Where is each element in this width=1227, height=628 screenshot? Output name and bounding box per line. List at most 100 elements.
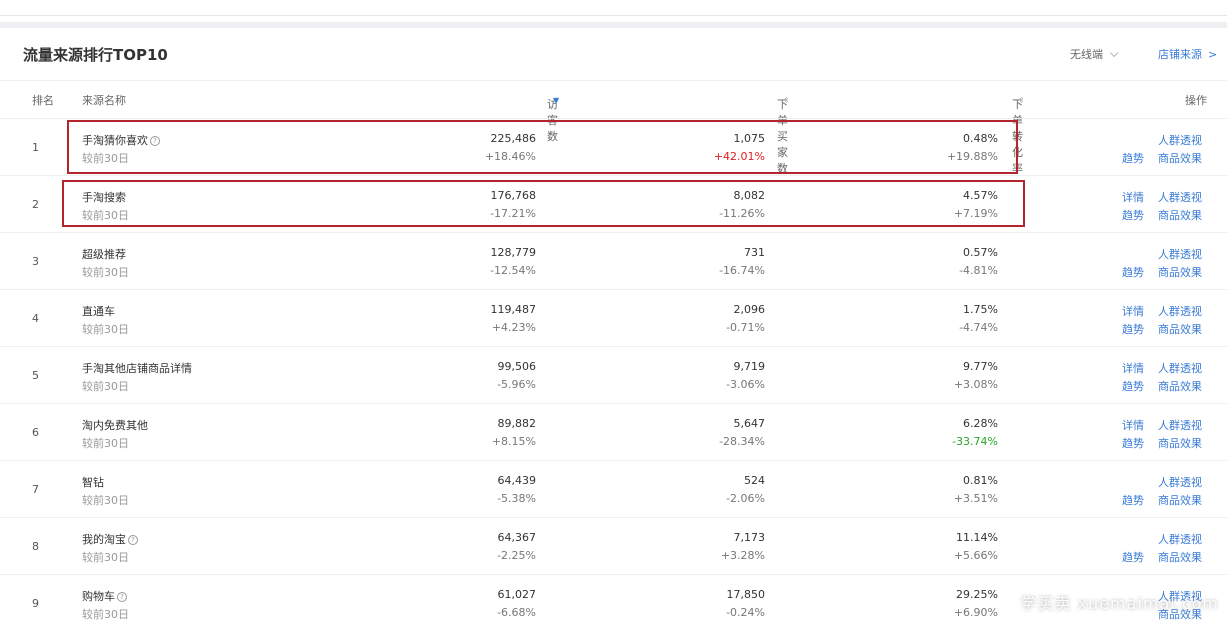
row-source-name[interactable]: 智钻 [82, 474, 104, 490]
crowd-link[interactable]: 人群透视 [1158, 303, 1202, 319]
goods-effect-link[interactable]: 商品效果 [1158, 264, 1202, 280]
goods-effect-link[interactable]: 商品效果 [1158, 321, 1202, 337]
row-source-name[interactable]: 购物车? [82, 588, 127, 604]
buyers-delta: -3.06% [726, 378, 765, 391]
goods-effect-link[interactable]: 商品效果 [1158, 207, 1202, 223]
trend-link[interactable]: 趋势 [1122, 150, 1144, 166]
visitors-delta: -2.25% [497, 549, 536, 562]
col-rank: 排名 [32, 94, 54, 107]
row-rank: 4 [32, 312, 39, 325]
row-source-label: 购物车 [82, 590, 115, 603]
crowd-link[interactable]: 人群透视 [1158, 132, 1202, 148]
conversion-value: 0.57% [963, 246, 998, 259]
goods-effect-link[interactable]: 商品效果 [1158, 150, 1202, 166]
crowd-link[interactable]: 人群透视 [1158, 417, 1202, 433]
conversion-delta: -4.81% [959, 264, 998, 277]
crowd-link[interactable]: 人群透视 [1158, 531, 1202, 547]
trend-link[interactable]: 趋势 [1122, 321, 1144, 337]
row-source-name[interactable]: 直通车 [82, 303, 115, 319]
visitors-value: 89,882 [497, 417, 537, 430]
trend-link[interactable]: 趋势 [1122, 207, 1144, 223]
buyers-value: 17,850 [726, 588, 766, 601]
trend-link[interactable]: 趋势 [1122, 492, 1144, 508]
visitors-delta: +8.15% [491, 435, 536, 448]
row-source-name[interactable]: 手淘其他店铺商品详情 [82, 360, 192, 376]
row-rank: 7 [32, 483, 39, 496]
row-rank: 1 [32, 141, 39, 154]
conversion-delta: -4.74% [959, 321, 998, 334]
detail-link[interactable]: 详情 [1122, 360, 1144, 376]
table-row: 3 超级推荐 较前30日 128,779 -12.54% 731 -16.74%… [0, 232, 1227, 289]
goods-effect-link[interactable]: 商品效果 [1158, 549, 1202, 565]
row-source-name[interactable]: 我的淘宝? [82, 531, 138, 547]
conversion-value: 1.75% [963, 303, 998, 316]
col-name: 来源名称 [82, 94, 126, 107]
conversion-value: 11.14% [956, 531, 998, 544]
shop-source-link[interactable]: 店铺来源 > [1158, 46, 1217, 62]
table-row: 6 淘内免费其他 较前30日 89,882 +8.15% 5,647 -28.3… [0, 403, 1227, 460]
detail-link[interactable]: 详情 [1122, 417, 1144, 433]
crowd-link[interactable]: 人群透视 [1158, 246, 1202, 262]
device-select[interactable]: 无线端 [1070, 46, 1119, 62]
visitors-value: 99,506 [497, 360, 537, 373]
buyers-value: 7,173 [733, 531, 766, 544]
visitors-value: 64,367 [497, 531, 537, 544]
visitors-delta: +4.23% [491, 321, 536, 334]
help-icon[interactable]: ? [128, 535, 138, 545]
row-compare-label: 较前30日 [82, 323, 129, 336]
buyers-value: 5,647 [733, 417, 766, 430]
chevron-down-icon [1109, 48, 1119, 58]
sort-icon[interactable]: ⇕ [1018, 96, 1025, 105]
header-divider [0, 80, 1227, 81]
sort-icon[interactable]: ⇕ [783, 96, 790, 105]
buyers-value: 9,719 [733, 360, 766, 373]
conversion-value: 29.25% [956, 588, 998, 601]
row-compare-label: 较前30日 [82, 437, 129, 450]
help-icon[interactable]: ? [117, 592, 127, 602]
device-select-label: 无线端 [1070, 48, 1103, 61]
chevron-right-icon: > [1208, 48, 1218, 61]
row-source-label: 我的淘宝 [82, 533, 126, 546]
row-source-name[interactable]: 淘内免费其他 [82, 417, 148, 433]
buyers-delta: +3.28% [720, 549, 765, 562]
row-rank: 9 [32, 597, 39, 610]
watermark: 学买卖 xuemaimai.com [1020, 594, 1219, 613]
crowd-link[interactable]: 人群透视 [1158, 474, 1202, 490]
goods-effect-link[interactable]: 商品效果 [1158, 435, 1202, 451]
highlight-box-row-1 [67, 120, 1018, 174]
visitors-value: 61,027 [497, 588, 537, 601]
conversion-delta: +3.51% [953, 492, 998, 505]
goods-effect-link[interactable]: 商品效果 [1158, 378, 1202, 394]
row-source-name[interactable]: 超级推荐 [82, 246, 126, 262]
trend-link[interactable]: 趋势 [1122, 378, 1144, 394]
buyers-value: 731 [744, 246, 765, 259]
visitors-delta: -12.54% [490, 264, 536, 277]
detail-link[interactable]: 详情 [1122, 189, 1144, 205]
trend-link[interactable]: 趋势 [1122, 264, 1144, 280]
trend-link[interactable]: 趋势 [1122, 549, 1144, 565]
conversion-delta: -33.74% [952, 435, 998, 448]
trend-link[interactable]: 趋势 [1122, 435, 1144, 451]
visitors-delta: -5.38% [497, 492, 536, 505]
top-band [0, 0, 1227, 28]
crowd-link[interactable]: 人群透视 [1158, 189, 1202, 205]
sort-desc-icon[interactable]: ▼ [553, 96, 559, 105]
conversion-delta: +5.66% [953, 549, 998, 562]
visitors-value: 128,779 [490, 246, 537, 259]
table-row: 4 直通车 较前30日 119,487 +4.23% 2,096 -0.71% … [0, 289, 1227, 346]
row-compare-label: 较前30日 [82, 266, 129, 279]
goods-effect-link[interactable]: 商品效果 [1158, 492, 1202, 508]
buyers-delta: -0.71% [726, 321, 765, 334]
top-band-line [0, 0, 1227, 16]
col-action: 操作 [1185, 94, 1207, 107]
row-compare-label: 较前30日 [82, 551, 129, 564]
conversion-value: 9.77% [963, 360, 998, 373]
conversion-value: 0.81% [963, 474, 998, 487]
crowd-link[interactable]: 人群透视 [1158, 360, 1202, 376]
table-row: 8 我的淘宝? 较前30日 64,367 -2.25% 7,173 +3.28%… [0, 517, 1227, 574]
row-rank: 3 [32, 255, 39, 268]
conversion-value: 6.28% [963, 417, 998, 430]
conversion-delta: +3.08% [953, 378, 998, 391]
detail-link[interactable]: 详情 [1122, 303, 1144, 319]
visitors-value: 64,439 [497, 474, 537, 487]
